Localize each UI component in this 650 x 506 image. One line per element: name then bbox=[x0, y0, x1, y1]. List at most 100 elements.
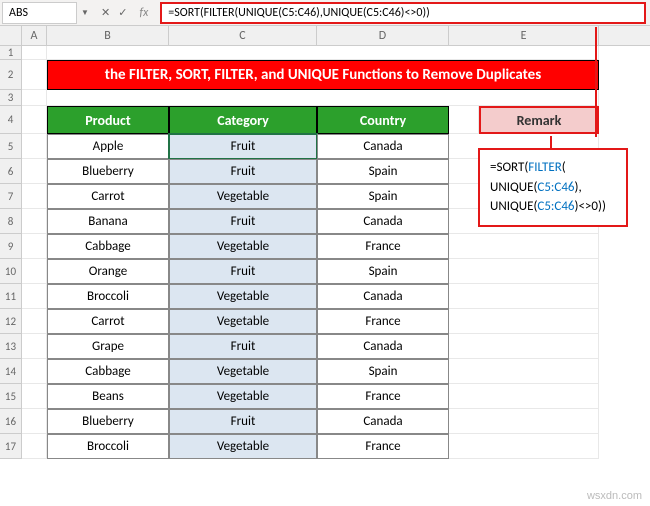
cell-product[interactable]: Beans bbox=[47, 384, 169, 409]
cell[interactable] bbox=[47, 90, 599, 106]
cell-category[interactable]: Vegetable bbox=[169, 284, 317, 309]
cell-country[interactable]: France bbox=[317, 309, 449, 334]
cell[interactable] bbox=[22, 384, 47, 409]
cell[interactable] bbox=[47, 46, 599, 60]
cell[interactable] bbox=[449, 259, 599, 284]
cell-country[interactable]: Canada bbox=[317, 134, 449, 159]
cell-category[interactable]: Vegetable bbox=[169, 359, 317, 384]
row-header[interactable]: 1 bbox=[0, 46, 22, 60]
cell-country[interactable]: Canada bbox=[317, 409, 449, 434]
cell-country[interactable]: France bbox=[317, 234, 449, 259]
row-header[interactable]: 16 bbox=[0, 409, 22, 434]
cancel-icon[interactable]: ✕ bbox=[101, 6, 110, 19]
row-header[interactable]: 12 bbox=[0, 309, 22, 334]
header-category[interactable]: Category bbox=[169, 106, 317, 134]
row-header[interactable]: 7 bbox=[0, 184, 22, 209]
cell-product[interactable]: Cabbage bbox=[47, 234, 169, 259]
cell-category[interactable]: Vegetable bbox=[169, 309, 317, 334]
cell-product[interactable]: Cabbage bbox=[47, 359, 169, 384]
col-header-D[interactable]: D bbox=[317, 26, 449, 45]
cell[interactable] bbox=[22, 409, 47, 434]
select-all-triangle[interactable] bbox=[0, 26, 22, 45]
cell-product[interactable]: Apple bbox=[47, 134, 169, 159]
cell-category[interactable]: Vegetable bbox=[169, 434, 317, 459]
row-header[interactable]: 11 bbox=[0, 284, 22, 309]
row-header[interactable]: 13 bbox=[0, 334, 22, 359]
cell[interactable] bbox=[22, 159, 47, 184]
cell[interactable] bbox=[22, 90, 47, 106]
cell-country[interactable]: France bbox=[317, 434, 449, 459]
cell[interactable] bbox=[22, 309, 47, 334]
cell-category[interactable]: Fruit bbox=[169, 159, 317, 184]
row-header[interactable]: 2 bbox=[0, 60, 22, 90]
cell-category[interactable]: Fruit bbox=[169, 259, 317, 284]
cell-product[interactable]: Banana bbox=[47, 209, 169, 234]
cell-product[interactable]: Broccoli bbox=[47, 434, 169, 459]
cell-category[interactable]: Vegetable bbox=[169, 234, 317, 259]
row-header[interactable]: 9 bbox=[0, 234, 22, 259]
cell[interactable] bbox=[22, 106, 47, 134]
header-country[interactable]: Country bbox=[317, 106, 449, 134]
header-product[interactable]: Product bbox=[47, 106, 169, 134]
cell[interactable] bbox=[22, 284, 47, 309]
cell[interactable] bbox=[449, 106, 479, 134]
cell[interactable] bbox=[449, 334, 599, 359]
row-header[interactable]: 15 bbox=[0, 384, 22, 409]
confirm-icon[interactable]: ✓ bbox=[118, 6, 127, 19]
cell-country[interactable]: France bbox=[317, 384, 449, 409]
row-header[interactable]: 10 bbox=[0, 259, 22, 284]
cell[interactable] bbox=[449, 409, 599, 434]
cell-product[interactable]: Carrot bbox=[47, 184, 169, 209]
cell-country[interactable]: Spain bbox=[317, 259, 449, 284]
header-remark[interactable]: Remark bbox=[479, 106, 599, 134]
name-box-dropdown-icon[interactable]: ▼ bbox=[77, 8, 93, 18]
cell[interactable] bbox=[22, 359, 47, 384]
cell-category[interactable]: Vegetable bbox=[169, 184, 317, 209]
formula-bar[interactable]: =SORT(FILTER(UNIQUE(C5:C46),UNIQUE(C5:C4… bbox=[160, 2, 646, 24]
cell[interactable] bbox=[449, 384, 599, 409]
row-header[interactable]: 3 bbox=[0, 90, 22, 106]
col-header-C[interactable]: C bbox=[169, 26, 317, 45]
row-header[interactable]: 5 bbox=[0, 134, 22, 159]
cell[interactable] bbox=[449, 359, 599, 384]
cell[interactable] bbox=[449, 309, 599, 334]
cell-category[interactable]: Fruit bbox=[169, 209, 317, 234]
cell[interactable] bbox=[22, 60, 47, 90]
col-header-B[interactable]: B bbox=[47, 26, 169, 45]
cell-product[interactable]: Broccoli bbox=[47, 284, 169, 309]
cell[interactable] bbox=[449, 434, 599, 459]
cell[interactable] bbox=[22, 334, 47, 359]
name-box[interactable]: ABS bbox=[2, 2, 77, 24]
row-header[interactable]: 6 bbox=[0, 159, 22, 184]
cell-country[interactable]: Spain bbox=[317, 359, 449, 384]
cell-category[interactable]: Fruit bbox=[169, 409, 317, 434]
cell-country[interactable]: Spain bbox=[317, 159, 449, 184]
col-header-E[interactable]: E bbox=[449, 26, 599, 45]
cell[interactable] bbox=[449, 234, 599, 259]
cell-country[interactable]: Spain bbox=[317, 184, 449, 209]
cell-category[interactable]: Fruit bbox=[169, 134, 317, 159]
cell[interactable] bbox=[22, 259, 47, 284]
cell-product[interactable]: Orange bbox=[47, 259, 169, 284]
cell-product[interactable]: Grape bbox=[47, 334, 169, 359]
row-header[interactable]: 17 bbox=[0, 434, 22, 459]
cell-country[interactable]: Canada bbox=[317, 284, 449, 309]
cell[interactable] bbox=[22, 234, 47, 259]
row-header[interactable]: 14 bbox=[0, 359, 22, 384]
cell-country[interactable]: Canada bbox=[317, 334, 449, 359]
cell-category[interactable]: Fruit bbox=[169, 334, 317, 359]
cell[interactable] bbox=[22, 134, 47, 159]
cell-country[interactable]: Canada bbox=[317, 209, 449, 234]
cell[interactable] bbox=[22, 184, 47, 209]
row-header[interactable]: 4 bbox=[0, 106, 22, 134]
cell-product[interactable]: Blueberry bbox=[47, 409, 169, 434]
cell-product[interactable]: Carrot bbox=[47, 309, 169, 334]
cell-product[interactable]: Blueberry bbox=[47, 159, 169, 184]
fx-icon[interactable]: fx bbox=[135, 6, 152, 20]
cell[interactable] bbox=[22, 46, 47, 60]
row-header[interactable]: 8 bbox=[0, 209, 22, 234]
col-header-A[interactable]: A bbox=[22, 26, 47, 45]
cell-category[interactable]: Vegetable bbox=[169, 384, 317, 409]
cell[interactable] bbox=[22, 209, 47, 234]
cell[interactable] bbox=[22, 434, 47, 459]
